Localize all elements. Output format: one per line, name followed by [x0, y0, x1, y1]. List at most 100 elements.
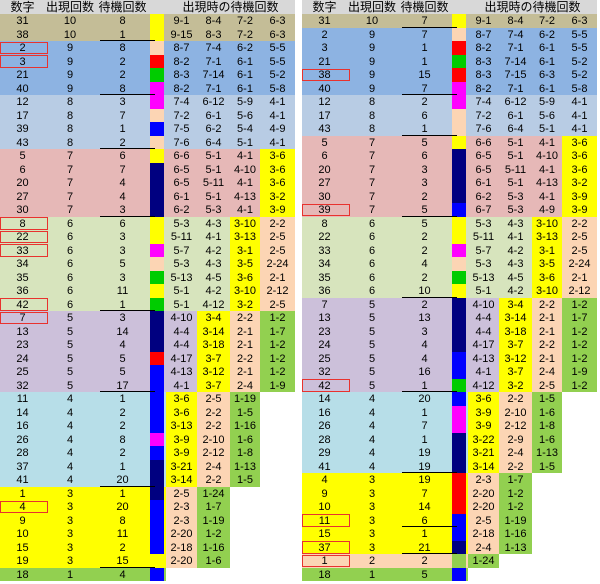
history-cell: 5-1 [499, 149, 532, 163]
number-cell: 18 [16, 568, 29, 581]
history-cell: 4-10 [230, 162, 260, 176]
history-cell: 3-6 [468, 392, 499, 406]
history-cell: 5-3 [166, 257, 197, 271]
history-cell: 2-5 [260, 243, 295, 257]
history-cell: 6-1 [230, 68, 260, 82]
color-swatch [150, 135, 164, 149]
color-swatch [150, 297, 164, 311]
history-cell: 3-10 [230, 284, 260, 298]
history-cell: 2-2 [230, 311, 260, 325]
history-cell: 7-2 [532, 14, 562, 28]
history-cell: 2-24 [260, 257, 295, 271]
history-cell: 3-18 [197, 338, 230, 352]
table-row: 18 1 5 [302, 567, 597, 581]
history-cell: 2-20 [468, 486, 499, 500]
history-cell: 6-2 [230, 41, 260, 55]
history-cell: 8-4 [499, 14, 532, 28]
history-cell: 4-1 [230, 203, 260, 217]
history-cell: 1-7 [197, 500, 230, 514]
history-cell: 2-2 [499, 459, 532, 473]
history-cell: 5-1 [197, 149, 230, 163]
history-cell: 4-1 [562, 95, 597, 109]
highlight-box [0, 244, 48, 257]
history-cell: 4-1 [230, 176, 260, 190]
history-cell: 2-5 [166, 486, 197, 500]
history-cell: 1-19 [499, 513, 532, 527]
history-cell [532, 473, 562, 487]
history-cell: 3-14 [197, 324, 230, 338]
color-swatch [452, 324, 466, 338]
table-row: 7 5 2 4-10 3-4 2-2 1-2 [302, 297, 597, 311]
history-cell [532, 513, 562, 527]
history-cell: 1-7 [260, 324, 295, 338]
history-cell: 8-4 [197, 14, 230, 28]
history-cell: 2-20 [166, 527, 197, 541]
history-cell: 7-5 [166, 122, 197, 136]
color-swatch [150, 527, 164, 541]
table-row: 28 4 1 3-22 2-9 1-6 [302, 432, 597, 446]
history-cell: 3-5 [532, 257, 562, 271]
history-cell: 2-20 [166, 554, 197, 568]
history-cell: 7-1 [197, 54, 230, 68]
header-appear-count: 出現回数 [347, 0, 396, 14]
history-cell: 1-2 [197, 527, 230, 541]
left-table: 数字 出現回数 待機回数 出現時の待機回数 31 10 8 9-1 8-4 7-2 6-3 38 10 1… [0, 0, 295, 584]
history-cell: 2-3 [166, 500, 197, 514]
table-row: 40 9 7 8-2 7-1 6-1 5-8 [302, 81, 597, 95]
history-cell: 2-3 [166, 513, 197, 527]
history-cell: 2-3 [468, 473, 499, 487]
color-swatch [452, 486, 466, 500]
history-cell: 7-15 [499, 68, 532, 82]
history-cell: 1-13 [532, 446, 562, 460]
history-cell: 8-7 [166, 41, 197, 55]
color-swatch [452, 54, 466, 68]
table-header: 数字 出現回数 待機回数 出現時の待機回数 [302, 0, 597, 14]
color-swatch [452, 27, 466, 41]
color-swatch [452, 108, 466, 122]
history-cell: 1-2 [562, 351, 597, 365]
color-swatch [452, 149, 466, 163]
highlight-box [0, 55, 48, 68]
history-cell: 4-1 [468, 365, 499, 379]
history-cell [166, 567, 197, 581]
history-cell: 2-10 [499, 405, 532, 419]
table-row: 11 4 1 3-6 2-5 1-19 [0, 392, 295, 406]
history-cell [562, 554, 597, 568]
history-cell: 4-3 [499, 257, 532, 271]
table-row: 20 7 4 6-5 5-11 4-1 3-6 [0, 176, 295, 190]
history-cell: 2-5 [562, 243, 597, 257]
history-cell: 3-13 [166, 419, 197, 433]
history-cell: 6-1 [532, 81, 562, 95]
history-cell [532, 554, 562, 568]
table-row: 29 4 19 3-21 2-4 1-13 [302, 446, 597, 460]
history-cell: 3-9 [562, 189, 597, 203]
history-cell: 3-6 [562, 162, 597, 176]
history-cell: 4-4 [166, 338, 197, 352]
history-cell: 4-1 [532, 189, 562, 203]
history-cell: 2-4 [197, 459, 230, 473]
history-cell: 3-14 [499, 311, 532, 325]
history-cell: 2-12 [562, 284, 597, 298]
color-swatch [150, 41, 164, 55]
table-row: 28 4 2 3-9 2-12 1-8 [0, 446, 295, 460]
history-cell: 8-3 [468, 68, 499, 82]
history-cell: 5-11 [197, 176, 230, 190]
history-cell: 7-1 [499, 81, 532, 95]
table-row: 10 3 11 2-20 1-2 [0, 527, 295, 541]
history-cell: 5-2 [562, 54, 597, 68]
history-cell: 5-13 [166, 270, 197, 284]
history-cell: 6-5 [166, 176, 197, 190]
history-cell: 3-7 [197, 378, 230, 392]
table-row: 3 9 1 8-2 7-1 6-1 5-5 [302, 41, 597, 55]
color-swatch [452, 378, 466, 392]
table-row: 25 5 5 4-13 3-12 2-1 1-2 [0, 365, 295, 379]
history-cell: 5-1 [499, 176, 532, 190]
table-header: 数字 出現回数 待機回数 出現時の待機回数 [0, 0, 295, 14]
history-cell: 5-3 [166, 216, 197, 230]
history-cell: 7-2 [230, 14, 260, 28]
history-cell: 7-14 [197, 68, 230, 82]
history-cell: 3-2 [260, 189, 295, 203]
history-cell [260, 567, 295, 581]
history-cell: 5-3 [499, 203, 532, 217]
color-swatch [452, 162, 466, 176]
